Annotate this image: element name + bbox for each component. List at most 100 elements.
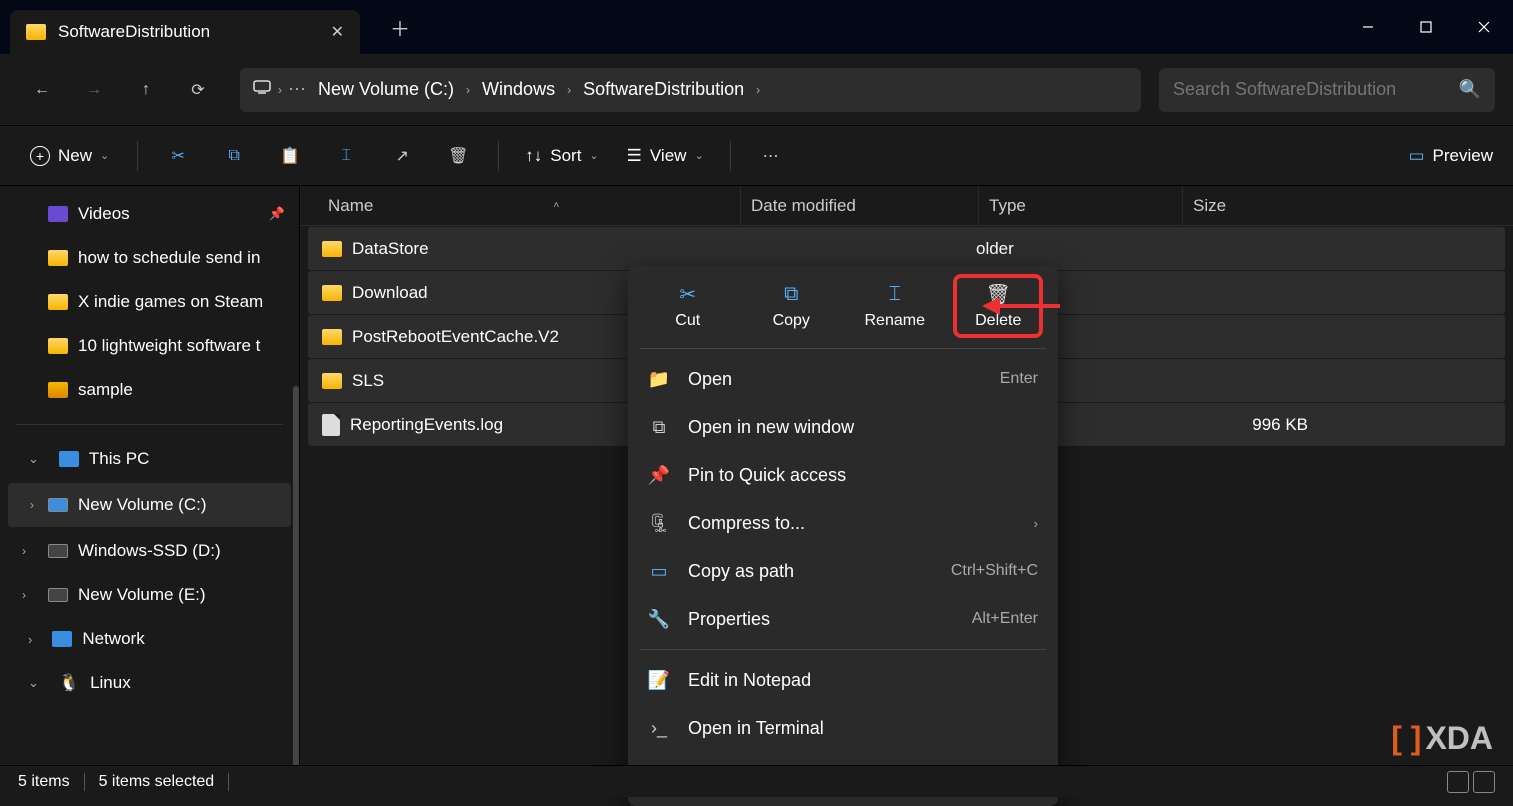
delete-icon[interactable]: 🗑 (436, 134, 480, 178)
refresh-button[interactable]: ⟳ (174, 68, 222, 112)
maximize-button[interactable] (1397, 7, 1455, 47)
sidebar-item-fav3[interactable]: 10 lightweight software t (0, 324, 299, 368)
details-view-icon[interactable] (1447, 771, 1469, 793)
sidebar-label: how to schedule send in (78, 248, 260, 268)
file-name: PostRebootEventCache.V2 (352, 327, 559, 347)
minimize-button[interactable] (1339, 7, 1397, 47)
folder-icon (48, 250, 68, 266)
chevron-right-icon[interactable]: › (278, 83, 282, 97)
chevron-right-icon[interactable]: › (22, 588, 26, 602)
ctx-terminal[interactable]: ›_Open in Terminal (628, 704, 1058, 752)
paste-icon[interactable]: 📋 (268, 134, 312, 178)
sidebar-label: Network (82, 629, 144, 649)
preview-button[interactable]: ▭ Preview (1408, 146, 1493, 166)
file-name: ReportingEvents.log (350, 415, 503, 435)
chevron-right-icon[interactable]: › (466, 83, 470, 97)
new-window-icon: ⧉ (648, 417, 670, 438)
chevron-right-icon[interactable]: › (22, 544, 26, 558)
forward-button[interactable]: → (70, 68, 118, 112)
ctx-notepad[interactable]: 📝Edit in Notepad (628, 656, 1058, 704)
command-toolbar: + New ⌄ ✂ ⧉ 📋 ⌶ ↗ 🗑 ↑↓ Sort ⌄ ☰ View ⌄ ⋯… (0, 126, 1513, 186)
separator (137, 141, 138, 171)
chevron-right-icon[interactable]: › (30, 498, 34, 512)
file-type: older (976, 239, 1188, 259)
chevron-down-icon[interactable]: ⌄ (28, 675, 39, 691)
preview-label: Preview (1433, 146, 1493, 166)
sidebar-item-linux[interactable]: ⌄🐧Linux (0, 661, 299, 705)
sidebar-item-thispc[interactable]: ⌄ This PC (0, 437, 299, 481)
file-name: DataStore (352, 239, 429, 259)
breadcrumb-seg-current[interactable]: SoftwareDistribution (577, 75, 750, 104)
view-button[interactable]: ☰ View ⌄ (619, 140, 712, 172)
column-date[interactable]: Date modified (740, 186, 978, 225)
ctx-cut-button[interactable]: ✂Cut (645, 276, 731, 336)
drive-icon (48, 588, 68, 602)
chevron-down-icon[interactable]: ⌄ (28, 451, 39, 467)
breadcrumb-seg-drive[interactable]: New Volume (C:) (312, 75, 460, 104)
chevron-right-icon[interactable]: › (567, 83, 571, 97)
search-box[interactable]: 🔍 (1159, 68, 1495, 112)
status-selected-count: 5 items selected (99, 773, 215, 791)
address-bar[interactable]: › ⋯ New Volume (C:) › Windows › Software… (240, 68, 1141, 112)
search-icon[interactable]: 🔍 (1459, 79, 1481, 100)
sidebar-item-drive-e[interactable]: › New Volume (E:) (0, 573, 299, 617)
chevron-right-icon[interactable]: › (756, 83, 760, 97)
back-button[interactable]: ← (18, 68, 66, 112)
archive-icon: 🗜 (648, 513, 670, 534)
pin-icon: 📌 (648, 465, 670, 486)
ctx-copy-path[interactable]: ▭Copy as pathCtrl+Shift+C (628, 547, 1058, 595)
ctx-properties[interactable]: 🔧PropertiesAlt+Enter (628, 595, 1058, 643)
sidebar-item-network[interactable]: › Network (0, 617, 299, 661)
sidebar-item-fav2[interactable]: X indie games on Steam (0, 280, 299, 324)
ctx-pin[interactable]: 📌Pin to Quick access (628, 451, 1058, 499)
file-row[interactable]: DataStore older (308, 227, 1505, 270)
separator (16, 424, 283, 425)
sidebar-item-drive-d[interactable]: ›Windows-SSD (D:) (0, 529, 299, 573)
cut-icon[interactable]: ✂ (156, 134, 200, 178)
file-name: SLS (352, 371, 384, 391)
new-tab-button[interactable]: ＋ (390, 13, 410, 42)
network-icon (52, 631, 72, 647)
breadcrumb-seg-windows[interactable]: Windows (476, 75, 561, 104)
scissors-icon: ✂ (679, 282, 696, 306)
column-size[interactable]: Size (1182, 186, 1312, 225)
plus-circle-icon: + (30, 146, 50, 166)
sort-indicator-icon: ˄ (553, 200, 559, 211)
sidebar-item-videos[interactable]: Videos 📌 (0, 192, 299, 236)
ctx-open[interactable]: 📁OpenEnter (628, 355, 1058, 403)
column-type[interactable]: Type (978, 186, 1182, 225)
share-icon[interactable]: ↗ (380, 134, 424, 178)
scrollbar[interactable] (293, 386, 299, 765)
drive-icon (48, 544, 68, 558)
close-window-button[interactable] (1455, 7, 1513, 47)
sidebar: Videos 📌 how to schedule send in X indie… (0, 186, 300, 765)
close-tab-icon[interactable]: ✕ (331, 22, 344, 42)
sidebar-item-fav1[interactable]: how to schedule send in (0, 236, 299, 280)
linux-icon: 🐧 (59, 673, 80, 693)
ctx-open-new-window[interactable]: ⧉Open in new window (628, 403, 1058, 451)
copy-icon[interactable]: ⧉ (212, 134, 256, 178)
up-button[interactable]: ↑ (122, 68, 170, 112)
ctx-rename-button[interactable]: ⌶Rename (852, 276, 938, 336)
ctx-compress[interactable]: 🗜Compress to...› (628, 499, 1058, 547)
sidebar-label: New Volume (C:) (78, 495, 206, 515)
thumbnails-view-icon[interactable] (1473, 771, 1495, 793)
sidebar-label: New Volume (E:) (78, 585, 206, 605)
sort-button[interactable]: ↑↓ Sort ⌄ (517, 140, 606, 172)
more-button[interactable]: ⋯ (749, 134, 793, 178)
sidebar-item-drive-c[interactable]: › New Volume (C:) (8, 483, 291, 527)
ctx-copy-button[interactable]: ⧉Copy (748, 276, 834, 336)
search-input[interactable] (1173, 79, 1459, 100)
column-name[interactable]: Name˄ (300, 196, 740, 216)
new-button[interactable]: + New ⌄ (20, 140, 119, 172)
more-icon[interactable]: ⋯ (288, 79, 306, 100)
separator (498, 141, 499, 171)
sidebar-label: This PC (89, 449, 149, 469)
sidebar-item-fav4[interactable]: sample (0, 368, 299, 412)
rename-icon[interactable]: ⌶ (324, 134, 368, 178)
chevron-right-icon[interactable]: › (28, 632, 32, 647)
file-size: 996 KB (1188, 415, 1308, 435)
pc-icon (252, 79, 272, 100)
copy-icon: ⧉ (784, 282, 798, 306)
window-tab[interactable]: SoftwareDistribution ✕ (10, 10, 360, 54)
